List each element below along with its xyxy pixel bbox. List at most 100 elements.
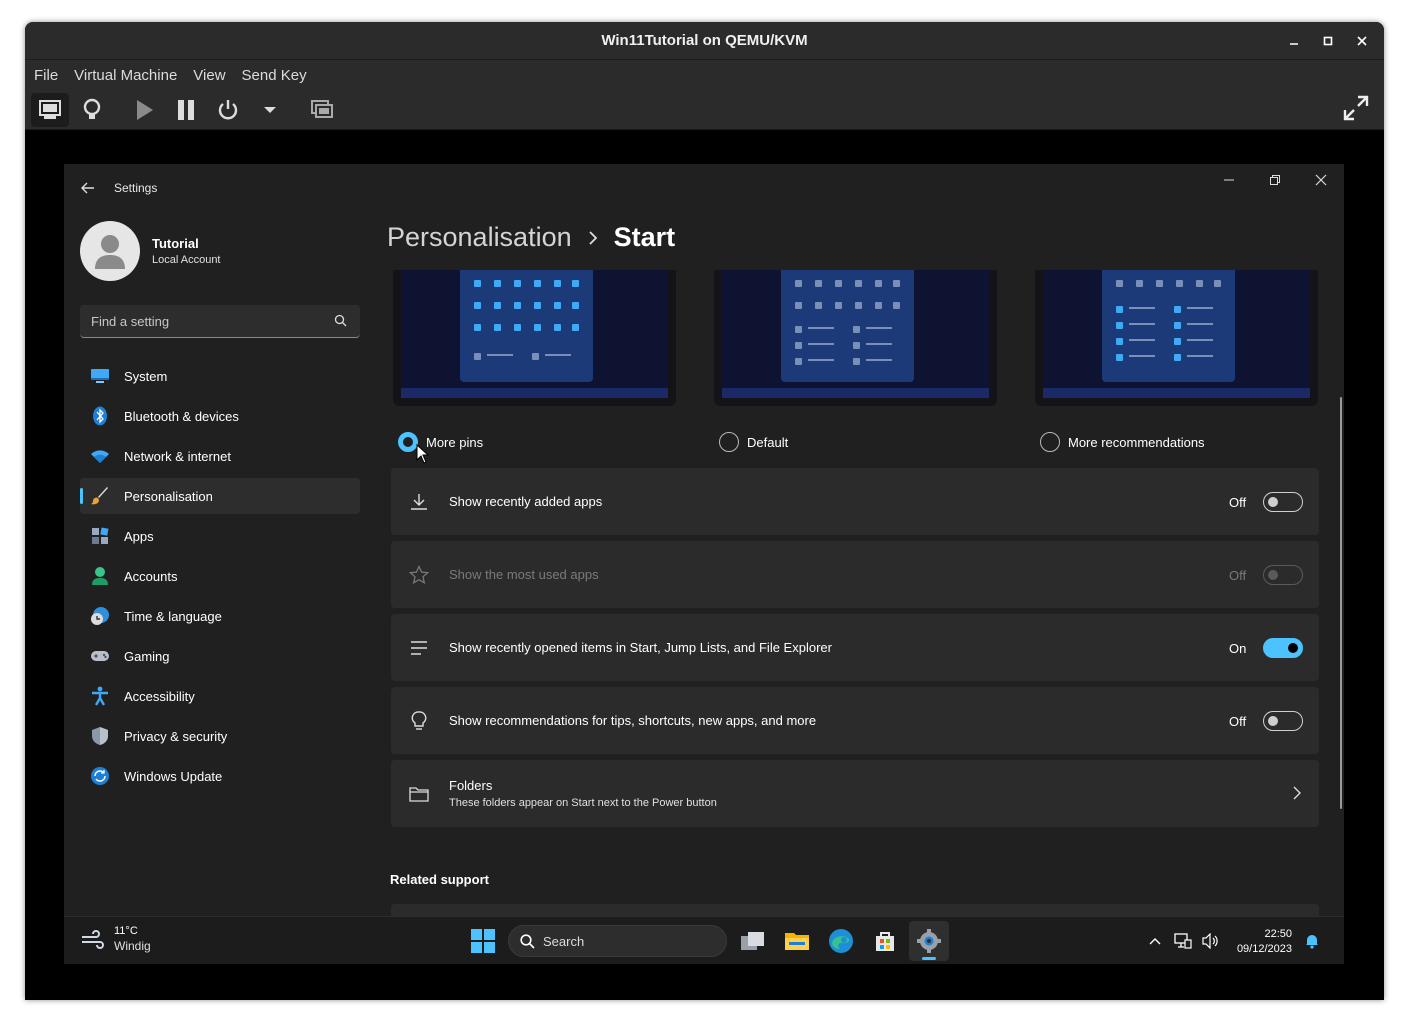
sidebar-item-apps[interactable]: Apps	[80, 518, 360, 554]
power-icon	[218, 99, 238, 119]
sidebar-item-accounts[interactable]: Accounts	[80, 558, 360, 594]
taskbar-search[interactable]: Search	[508, 925, 727, 957]
pause-icon	[178, 99, 194, 120]
console-button[interactable]	[31, 92, 69, 127]
setting-label: Show recently opened items in Start, Jum…	[449, 640, 832, 655]
profile-name: Tutorial	[152, 236, 199, 251]
sidebar-item-privacy[interactable]: Privacy & security	[80, 718, 360, 754]
fullscreen-button[interactable]	[1342, 94, 1370, 127]
related-support-heading: Related support	[390, 872, 489, 887]
taskbar-search-label: Search	[543, 933, 585, 949]
radio-more-pins[interactable]: More pins	[398, 432, 483, 452]
person-icon	[95, 235, 125, 269]
vm-window: Win11Tutorial on QEMU/KVM File Virtual M…	[25, 22, 1384, 1000]
lightbulb-icon	[83, 98, 101, 119]
run-button[interactable]	[125, 93, 163, 127]
play-icon	[137, 99, 153, 120]
chevron-right-icon	[1293, 786, 1301, 805]
sidebar-item-label: Privacy & security	[124, 728, 228, 744]
menu-view[interactable]: View	[193, 67, 225, 84]
snapshot-button[interactable]	[303, 93, 341, 127]
sidebar-item-label: Network & internet	[124, 448, 231, 464]
sidebar-item-label: Accessibility	[124, 688, 195, 704]
sidebar-item-gaming[interactable]: Gaming	[80, 638, 360, 674]
clock-date: 09/12/2023	[1236, 942, 1292, 955]
sidebar-item-label: Apps	[124, 528, 154, 544]
settings-taskbar-button[interactable]	[909, 921, 949, 961]
volume-icon[interactable]	[1199, 929, 1223, 953]
start-button[interactable]	[464, 922, 502, 960]
menu-file[interactable]: File	[34, 67, 58, 84]
layout-preview-more-pins[interactable]	[393, 270, 676, 406]
file-explorer-button[interactable]	[777, 921, 817, 961]
task-view-button[interactable]	[733, 921, 773, 961]
radio-button[interactable]	[719, 432, 739, 452]
sidebar-item-personalisation[interactable]: Personalisation	[80, 478, 360, 514]
window-controls	[1206, 164, 1344, 196]
pause-button[interactable]	[167, 93, 205, 127]
sidebar-item-system[interactable]: System	[80, 358, 360, 394]
setting-folders[interactable]: Folders These folders appear on Start ne…	[391, 760, 1319, 827]
vm-close-button[interactable]	[1350, 29, 1374, 53]
restore-button[interactable]	[1252, 164, 1298, 196]
vm-maximize-button[interactable]	[1316, 29, 1340, 53]
network-icon[interactable]	[1171, 929, 1195, 953]
fullscreen-icon	[1343, 95, 1369, 121]
system-tray: 22:50 09/12/2023	[1143, 925, 1328, 957]
shutdown-button[interactable]	[209, 93, 247, 127]
minimize-button[interactable]	[1206, 164, 1252, 196]
scrollbar[interactable]	[1340, 397, 1342, 809]
radio-default[interactable]: Default	[719, 432, 788, 452]
radio-more-recommendations[interactable]: More recommendations	[1040, 432, 1205, 452]
chevron-up-icon[interactable]	[1143, 929, 1167, 953]
monitor-icon	[39, 99, 61, 119]
vm-minimize-button[interactable]	[1282, 29, 1306, 53]
toggle-switch[interactable]	[1263, 638, 1303, 658]
sidebar-item-label: Personalisation	[124, 488, 213, 504]
breadcrumb: Personalisation Start	[387, 222, 675, 253]
toggle-state: Off	[1229, 494, 1247, 510]
store-button[interactable]	[865, 921, 905, 961]
breadcrumb-parent[interactable]: Personalisation	[387, 222, 572, 253]
setting-recently-added-apps: Show recently added apps Off	[391, 468, 1319, 535]
sidebar-item-label: System	[124, 368, 168, 384]
menu-send-key[interactable]: Send Key	[242, 67, 307, 84]
weather-temperature: 11°C	[114, 925, 138, 937]
shutdown-menu-button[interactable]	[251, 93, 289, 127]
back-button[interactable]	[78, 178, 98, 198]
weather-widget[interactable]: 11°C Windig	[80, 925, 151, 953]
chevron-down-icon	[264, 106, 276, 113]
close-button[interactable]	[1298, 164, 1344, 196]
vm-titlebar: Win11Tutorial on QEMU/KVM	[25, 22, 1384, 60]
edge-button[interactable]	[821, 921, 861, 961]
details-button[interactable]	[73, 93, 111, 127]
radio-button[interactable]	[398, 432, 418, 452]
setting-recently-opened-items: Show recently opened items in Start, Jum…	[391, 614, 1319, 681]
toggle-switch[interactable]	[1263, 492, 1303, 512]
menu-virtual-machine[interactable]: Virtual Machine	[74, 67, 177, 84]
sidebar: Tutorial Local Account System Bluetooth …	[64, 212, 374, 916]
sidebar-item-network[interactable]: Network & internet	[80, 438, 360, 474]
clock[interactable]: 22:50 09/12/2023	[1237, 928, 1292, 955]
sidebar-item-time-language[interactable]: Time & language	[80, 598, 360, 634]
gamepad-icon	[90, 646, 110, 666]
sidebar-item-windows-update[interactable]: Windows Update	[80, 758, 360, 794]
user-profile[interactable]: Tutorial Local Account	[80, 221, 221, 281]
sidebar-item-accessibility[interactable]: Accessibility	[80, 678, 360, 714]
vm-window-controls	[1282, 22, 1374, 60]
setting-description: These folders appear on Start next to th…	[449, 797, 717, 809]
sidebar-item-bluetooth[interactable]: Bluetooth & devices	[80, 398, 360, 434]
toggle-switch[interactable]	[1263, 711, 1303, 731]
search-icon[interactable]	[334, 314, 347, 332]
gear-icon	[917, 929, 941, 953]
search-icon	[520, 933, 535, 949]
notification-bell-icon[interactable]	[1300, 929, 1324, 953]
content-pane: Personalisation Start More pins Default …	[374, 212, 1344, 916]
radio-button[interactable]	[1040, 432, 1060, 452]
search-input[interactable]	[91, 313, 321, 329]
sidebar-item-label: Windows Update	[124, 768, 223, 784]
weather-description: Windig	[114, 939, 151, 953]
related-support-card[interactable]	[391, 904, 1319, 916]
layout-preview-default[interactable]	[714, 270, 997, 406]
layout-preview-more-recommendations[interactable]	[1035, 270, 1318, 406]
